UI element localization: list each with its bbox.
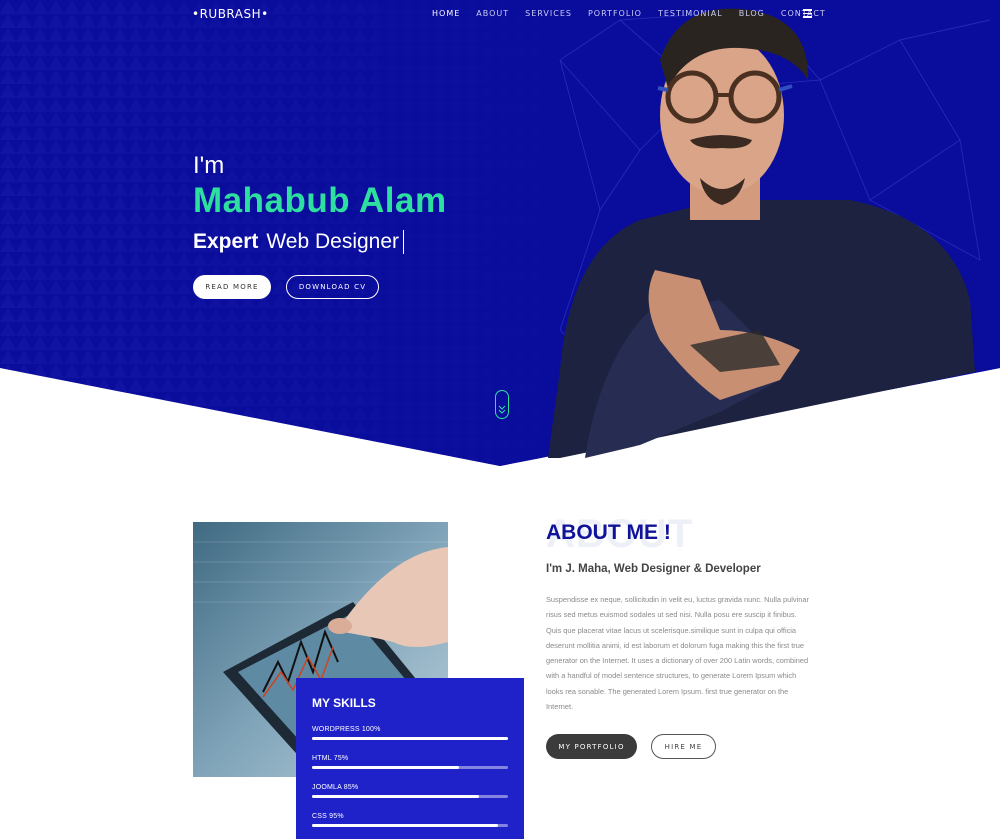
skill-css: CSS 95% bbox=[312, 813, 508, 827]
skill-bar-track bbox=[312, 737, 508, 740]
nav-link-portfolio[interactable]: PORTFOLIO bbox=[588, 9, 642, 18]
skill-bar-track bbox=[312, 766, 508, 769]
hero-role-text: Web Designer bbox=[266, 230, 400, 253]
site-logo[interactable]: •RUBRASH• bbox=[192, 7, 269, 21]
about-subtitle: I'm J. Maha, Web Designer & Developer bbox=[546, 563, 761, 575]
download-cv-button[interactable]: DOWNLOAD CV bbox=[286, 275, 379, 299]
skills-title: MY SKILLS bbox=[312, 696, 376, 710]
skill-bar-track bbox=[312, 795, 508, 798]
hire-me-button[interactable]: HIRE ME bbox=[651, 734, 716, 759]
skills-card: MY SKILLS WORDPRESS 100% HTML 75% JOOMLA… bbox=[296, 678, 524, 839]
skill-label: HTML 75% bbox=[312, 755, 349, 762]
nav-link-about[interactable]: ABOUT bbox=[476, 9, 509, 18]
nav-link-services[interactable]: SERVICES bbox=[525, 9, 572, 18]
nav-link-testimonial[interactable]: TESTIMONIAL bbox=[658, 9, 723, 18]
skill-label: CSS 95% bbox=[312, 813, 344, 820]
about-paragraph: Suspendisse ex neque, sollicitudin in ve… bbox=[546, 595, 809, 712]
nav-link-home[interactable]: HOME bbox=[432, 9, 460, 18]
scroll-down-icon[interactable] bbox=[495, 390, 509, 419]
skill-joomla: JOOMLA 85% bbox=[312, 784, 508, 798]
skill-bar-track bbox=[312, 824, 508, 827]
my-portfolio-button[interactable]: MY PORTFOLIO bbox=[546, 734, 637, 759]
skill-bar-fill bbox=[312, 824, 499, 827]
skill-bar-fill bbox=[312, 737, 508, 740]
hero-role: Expert Web Designer bbox=[193, 230, 405, 255]
skill-bar-fill bbox=[312, 766, 459, 769]
nav-link-blog[interactable]: BLOG bbox=[739, 9, 765, 18]
skill-label: JOOMLA 85% bbox=[312, 784, 359, 791]
about-title: ABOUT ME ! bbox=[546, 521, 671, 544]
skill-label: WORDPRESS 100% bbox=[312, 726, 381, 733]
top-navbar: •RUBRASH• HOME ABOUT SERVICES PORTFOLIO … bbox=[0, 0, 1000, 28]
read-more-button[interactable]: READ MORE bbox=[193, 275, 271, 299]
skill-html: HTML 75% bbox=[312, 755, 508, 769]
typing-caret bbox=[403, 230, 405, 255]
hero-section: •RUBRASH• HOME ABOUT SERVICES PORTFOLIO … bbox=[0, 0, 1000, 470]
hero-greeting: I'm bbox=[193, 152, 225, 179]
hamburger-menu-icon[interactable] bbox=[803, 9, 812, 18]
hero-name: Mahabub Alam bbox=[193, 181, 447, 220]
skill-bar-fill bbox=[312, 795, 479, 798]
hero-role-prefix: Expert bbox=[193, 230, 259, 253]
skill-wordpress: WORDPRESS 100% bbox=[312, 726, 508, 740]
nav-links: HOME ABOUT SERVICES PORTFOLIO TESTIMONIA… bbox=[432, 9, 842, 18]
